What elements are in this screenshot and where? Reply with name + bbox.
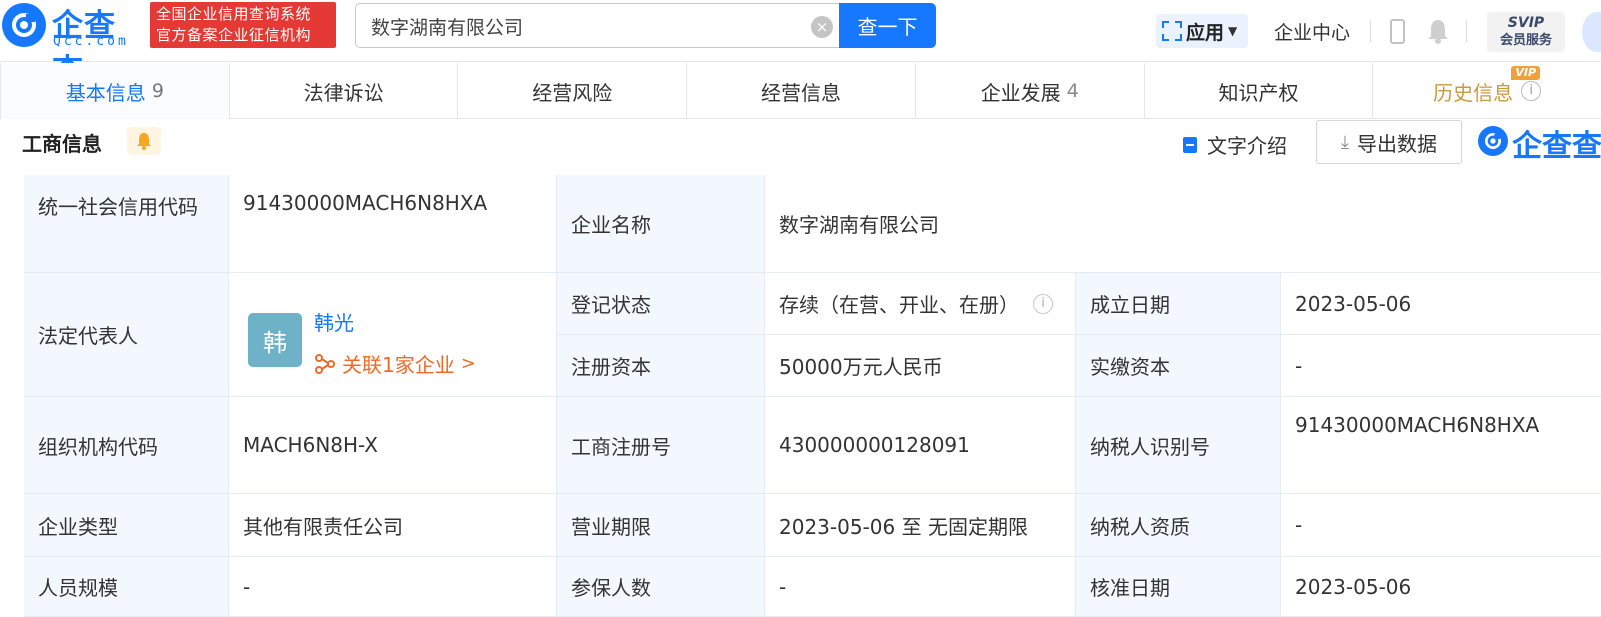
section-title: 工商信息 xyxy=(22,132,102,156)
export-data-button[interactable]: ⤓ 导出数据 xyxy=(1316,120,1462,164)
tab-label: 法律诉讼 xyxy=(303,80,384,105)
related-companies-link[interactable]: 关联1家企业 > xyxy=(314,349,476,378)
search-input[interactable]: 数字湖南有限公司 xyxy=(371,13,523,40)
reg-capital-label: 注册资本 xyxy=(557,335,765,397)
reg-no-label: 工商注册号 xyxy=(557,397,765,494)
export-label: 导出数据 xyxy=(1356,131,1437,156)
tab-operations[interactable]: 经营信息 xyxy=(686,63,915,119)
watermark-logo: 企查查 xyxy=(1478,122,1601,164)
badge-line-2: 官方备案企业征信机构 xyxy=(156,26,312,44)
tab-ip[interactable]: 知识产权 xyxy=(1143,63,1373,119)
insured-label: 参保人数 xyxy=(557,557,765,617)
credit-code-value: 91430000MACH6N8HXA xyxy=(229,175,557,273)
svip-subtitle: 会员服务 xyxy=(1499,33,1552,48)
founded-value: 2023-05-06 xyxy=(1281,273,1601,335)
related-companies-label: 关联1家企业 xyxy=(342,353,455,377)
legal-rep-label: 法定代表人 xyxy=(24,273,229,397)
text-intro-button[interactable]: 文字介绍 xyxy=(1183,130,1287,159)
term-value: 2023-05-06 至 无固定期限 xyxy=(765,494,1076,557)
monitor-bell-icon[interactable] xyxy=(127,127,161,155)
nav-divider xyxy=(1466,20,1467,42)
apps-menu[interactable]: 应用 ▼ xyxy=(1156,14,1248,48)
credit-code-label: 统一社会信用代码 xyxy=(24,175,229,273)
watermark-logo-text: 企查查 xyxy=(1512,129,1601,164)
legal-rep-name-link[interactable]: 韩光 xyxy=(314,307,354,336)
tab-legal[interactable]: 法律诉讼 xyxy=(228,63,458,119)
relation-graph-icon xyxy=(315,353,335,374)
company-name-value: 数字湖南有限公司 xyxy=(765,175,1601,273)
enterprise-center-link[interactable]: 企业中心 xyxy=(1274,18,1350,45)
company-name-label: 企业名称 xyxy=(557,175,765,273)
chevron-right-icon: > xyxy=(460,353,476,374)
tab-label: 历史信息 xyxy=(1433,80,1514,105)
paid-capital-value: - xyxy=(1281,335,1601,397)
tab-count: 4 xyxy=(1066,80,1079,102)
tab-label: 知识产权 xyxy=(1218,80,1299,105)
reg-status-label: 登记状态 xyxy=(557,273,765,335)
user-avatar[interactable] xyxy=(1582,12,1601,52)
official-badge: 全国企业信用查询系统 官方备案企业征信机构 xyxy=(150,2,336,48)
info-icon[interactable]: i xyxy=(1521,81,1542,101)
tab-label: 经营风险 xyxy=(532,80,613,105)
approved-date-label: 核准日期 xyxy=(1076,557,1281,617)
reg-capital-value: 50000万元人民币 xyxy=(765,335,1076,397)
tab-risk[interactable]: 经营风险 xyxy=(457,63,686,119)
org-code-label: 组织机构代码 xyxy=(24,397,229,494)
apps-label: 应用 xyxy=(1186,21,1225,44)
qcc-logo-icon xyxy=(2,3,46,47)
reg-status-value: 存续（在营、开业、在册） xyxy=(779,293,1019,317)
tab-label: 企业发展 xyxy=(980,80,1061,105)
org-code-value: MACH6N8H-X xyxy=(229,397,557,494)
text-intro-label: 文字介绍 xyxy=(1207,134,1287,158)
tab-label: 经营信息 xyxy=(761,80,842,105)
taxpayer-qual-value: - xyxy=(1281,494,1601,557)
tab-count: 9 xyxy=(151,80,164,102)
staff-size-value: - xyxy=(229,557,557,617)
taxpayer-id-label: 纳税人识别号 xyxy=(1076,397,1281,494)
search-box[interactable]: 数字湖南有限公司 × xyxy=(355,3,839,48)
tab-development[interactable]: 企业发展 4 xyxy=(914,63,1144,119)
taxpayer-qual-label: 纳税人资质 xyxy=(1076,494,1281,557)
founded-label: 成立日期 xyxy=(1076,273,1281,335)
staff-size-label: 人员规模 xyxy=(24,557,229,617)
search-button[interactable]: 查一下 xyxy=(839,3,936,48)
tab-history[interactable]: 历史信息 VIP i xyxy=(1372,63,1601,119)
section-tabs: 基本信息 9 法律诉讼 经营风险 经营信息 企业发展 4 知识产权 历史信息 V… xyxy=(0,63,1601,119)
top-bar: 企查查 Qcc.com 全国企业信用查询系统 官方备案企业征信机构 数字湖南有限… xyxy=(0,0,1601,89)
reg-no-value: 430000000128091 xyxy=(765,397,1076,494)
notification-bell-icon[interactable] xyxy=(1427,18,1449,48)
svip-button[interactable]: SVIP 会员服务 xyxy=(1487,12,1565,52)
taxpayer-id-value: 91430000MACH6N8HXA xyxy=(1281,397,1601,494)
reg-status-cell: 存续（在营、开业、在册） i xyxy=(765,273,1076,335)
mobile-icon[interactable] xyxy=(1390,19,1405,44)
vip-tag: VIP xyxy=(1511,66,1541,80)
info-icon[interactable]: i xyxy=(1033,293,1053,314)
paid-capital-label: 实缴资本 xyxy=(1076,335,1281,397)
caret-down-icon: ▼ xyxy=(1228,24,1238,38)
tab-label: 基本信息 xyxy=(65,80,146,105)
clear-icon[interactable]: × xyxy=(811,16,833,38)
qcc-logo-icon xyxy=(1478,126,1508,156)
apps-icon xyxy=(1162,21,1182,41)
insured-value: - xyxy=(765,557,1076,617)
document-icon xyxy=(1183,136,1197,153)
download-icon: ⤓ xyxy=(1341,131,1349,153)
company-type-label: 企业类型 xyxy=(24,494,229,557)
brand-logo[interactable]: 企查查 Qcc.com xyxy=(2,3,144,89)
svip-title: SVIP xyxy=(1507,15,1545,31)
badge-line-1: 全国企业信用查询系统 xyxy=(156,5,312,23)
term-label: 营业期限 xyxy=(557,494,765,557)
legal-rep-avatar[interactable]: 韩 xyxy=(248,313,302,367)
company-type-value: 其他有限责任公司 xyxy=(229,494,557,557)
tab-basic-info[interactable]: 基本信息 9 xyxy=(0,63,229,119)
brand-domain: Qcc.com xyxy=(53,34,129,49)
nav-divider xyxy=(1370,20,1371,42)
approved-date-value: 2023-05-06 xyxy=(1281,557,1601,617)
